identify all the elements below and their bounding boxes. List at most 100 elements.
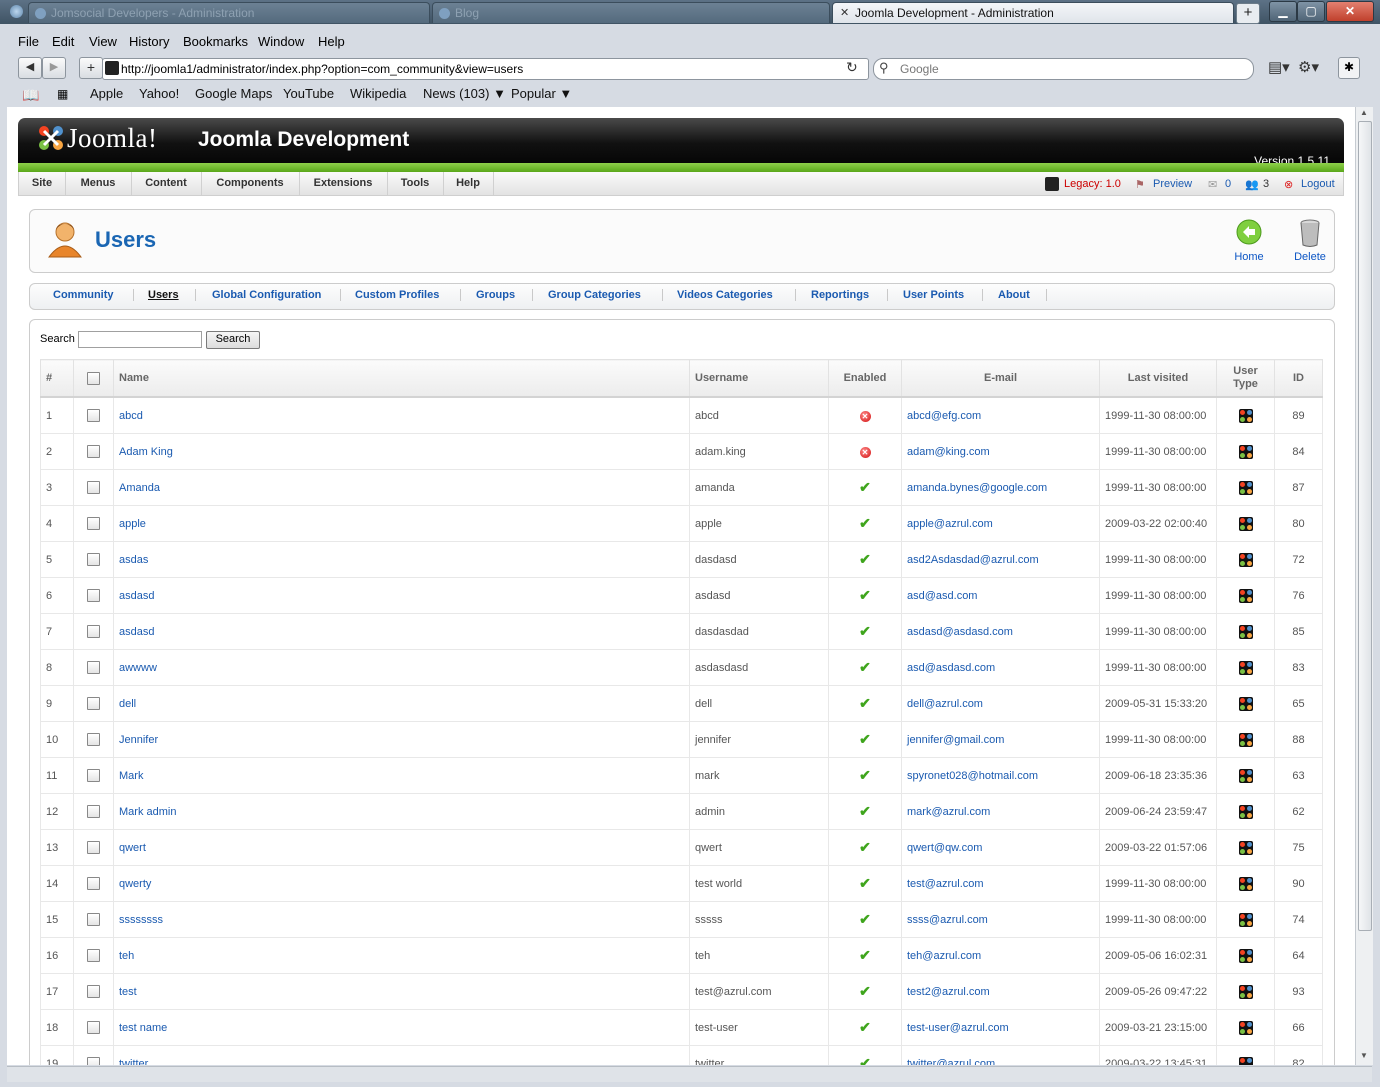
row-checkbox[interactable] <box>87 841 100 854</box>
user-name-link[interactable]: teh <box>119 950 134 962</box>
row-checkbox[interactable] <box>87 769 100 782</box>
email-link[interactable]: adam@king.com <box>907 446 990 458</box>
user-name-link[interactable]: Adam King <box>119 446 173 458</box>
email-link[interactable]: qwert@qw.com <box>907 842 982 854</box>
enabled-check-icon[interactable]: ✔ <box>859 983 871 999</box>
top-menu-menus[interactable]: Menus <box>65 172 132 195</box>
row-checkbox[interactable] <box>87 661 100 674</box>
enabled-check-icon[interactable]: ✔ <box>859 695 871 711</box>
page-menu-icon[interactable]: ▤▾ <box>1268 58 1290 76</box>
user-name-link[interactable]: test name <box>119 1022 167 1034</box>
enabled-check-icon[interactable]: ✔ <box>859 659 871 675</box>
email-link[interactable]: test@azrul.com <box>907 878 984 890</box>
user-name-link[interactable]: qwerty <box>119 878 151 890</box>
top-menu-extensions[interactable]: Extensions <box>299 172 388 195</box>
email-link[interactable]: spyronet028@hotmail.com <box>907 770 1038 782</box>
row-checkbox[interactable] <box>87 481 100 494</box>
user-name-link[interactable]: asdas <box>119 554 148 566</box>
row-checkbox[interactable] <box>87 409 100 422</box>
email-link[interactable]: test-user@azrul.com <box>907 1022 1009 1034</box>
row-checkbox[interactable] <box>87 805 100 818</box>
submenu-groups[interactable]: Groups <box>476 289 515 301</box>
bug-icon[interactable]: ✱ <box>1338 57 1360 79</box>
disabled-x-icon[interactable]: ✕ <box>859 410 871 422</box>
email-link[interactable]: dell@azrul.com <box>907 698 983 710</box>
enabled-check-icon[interactable]: ✔ <box>859 551 871 567</box>
tab-blog[interactable]: Blog <box>432 2 830 23</box>
close-tab-icon[interactable]: ✕ <box>840 3 849 23</box>
enabled-check-icon[interactable]: ✔ <box>859 839 871 855</box>
col-name[interactable]: Name <box>113 359 690 398</box>
email-link[interactable]: asdasd@asdasd.com <box>907 626 1013 638</box>
row-checkbox[interactable] <box>87 913 100 926</box>
enabled-check-icon[interactable]: ✔ <box>859 911 871 927</box>
row-checkbox[interactable] <box>87 1057 100 1065</box>
user-name-link[interactable]: Mark <box>119 770 143 782</box>
messages-count[interactable]: 0 <box>1225 178 1231 190</box>
submenu-custom-profiles[interactable]: Custom Profiles <box>355 289 439 301</box>
enabled-check-icon[interactable]: ✔ <box>859 803 871 819</box>
row-checkbox[interactable] <box>87 985 100 998</box>
email-link[interactable]: teh@azrul.com <box>907 950 981 962</box>
row-checkbox[interactable] <box>87 625 100 638</box>
submenu-videos-categories[interactable]: Videos Categories <box>677 289 773 301</box>
enabled-check-icon[interactable]: ✔ <box>859 767 871 783</box>
row-checkbox[interactable] <box>87 553 100 566</box>
back-button[interactable]: ◀ <box>18 57 42 79</box>
col-last-visited[interactable]: Last visited <box>1099 359 1217 398</box>
user-name-link[interactable]: abcd <box>119 410 143 422</box>
maximize-button[interactable]: ▢ <box>1297 1 1325 22</box>
submenu-about[interactable]: About <box>998 289 1030 301</box>
bookmark-apple[interactable]: Apple <box>90 86 123 101</box>
user-name-link[interactable]: dell <box>119 698 136 710</box>
submenu-global-configuration[interactable]: Global Configuration <box>212 289 321 301</box>
top-menu-help[interactable]: Help <box>443 172 494 195</box>
menu-bookmarks[interactable]: Bookmarks <box>183 34 248 49</box>
email-link[interactable]: mark@azrul.com <box>907 806 990 818</box>
bookmark-yahoo[interactable]: Yahoo! <box>139 86 179 101</box>
home-button[interactable]: Home <box>1229 219 1269 265</box>
close-window-button[interactable]: ✕ <box>1326 1 1374 22</box>
new-tab-button[interactable]: + <box>1236 3 1260 24</box>
user-name-link[interactable]: asdasd <box>119 590 154 602</box>
enabled-check-icon[interactable]: ✔ <box>859 1019 871 1035</box>
user-name-link[interactable]: apple <box>119 518 146 530</box>
user-name-link[interactable]: Amanda <box>119 482 160 494</box>
email-link[interactable]: ssss@azrul.com <box>907 914 988 926</box>
row-checkbox[interactable] <box>87 1021 100 1034</box>
user-name-link[interactable]: twitter <box>119 1058 148 1066</box>
enabled-check-icon[interactable]: ✔ <box>859 875 871 891</box>
row-checkbox[interactable] <box>87 877 100 890</box>
minimize-button[interactable]: ▁ <box>1269 1 1297 22</box>
enabled-check-icon[interactable]: ✔ <box>859 479 871 495</box>
email-link[interactable]: apple@azrul.com <box>907 518 993 530</box>
add-bookmark-button[interactable]: + <box>79 57 103 79</box>
row-checkbox[interactable] <box>87 589 100 602</box>
users-search-input[interactable] <box>78 331 202 348</box>
forward-button[interactable]: ▶ <box>42 57 66 79</box>
enabled-check-icon[interactable]: ✔ <box>859 731 871 747</box>
submenu-user-points[interactable]: User Points <box>903 289 964 301</box>
top-menu-tools[interactable]: Tools <box>387 172 444 195</box>
user-name-link[interactable]: ssssssss <box>119 914 163 926</box>
top-menu-content[interactable]: Content <box>131 172 202 195</box>
bookmark-google-maps[interactable]: Google Maps <box>195 86 272 101</box>
row-checkbox[interactable] <box>87 517 100 530</box>
bookmark-youtube[interactable]: YouTube <box>283 86 334 101</box>
menu-edit[interactable]: Edit <box>52 34 74 49</box>
top-sites-icon[interactable]: ▦ <box>57 87 68 101</box>
col-enabled[interactable]: Enabled <box>828 359 902 398</box>
user-name-link[interactable]: test <box>119 986 137 998</box>
preview-link[interactable]: Preview <box>1153 178 1192 190</box>
vertical-scrollbar[interactable]: ▲ ▼ <box>1355 107 1373 1065</box>
tab-jomsocial[interactable]: Jomsocial Developers - Administration <box>28 2 430 23</box>
email-link[interactable]: abcd@efg.com <box>907 410 981 422</box>
submenu-community[interactable]: Community <box>53 289 114 301</box>
select-all-checkbox[interactable] <box>87 371 100 385</box>
menu-file[interactable]: File <box>18 34 39 49</box>
submenu-reportings[interactable]: Reportings <box>811 289 869 301</box>
disabled-x-icon[interactable]: ✕ <box>859 446 871 458</box>
row-checkbox[interactable] <box>87 445 100 458</box>
menu-view[interactable]: View <box>89 34 117 49</box>
email-link[interactable]: amanda.bynes@google.com <box>907 482 1047 494</box>
